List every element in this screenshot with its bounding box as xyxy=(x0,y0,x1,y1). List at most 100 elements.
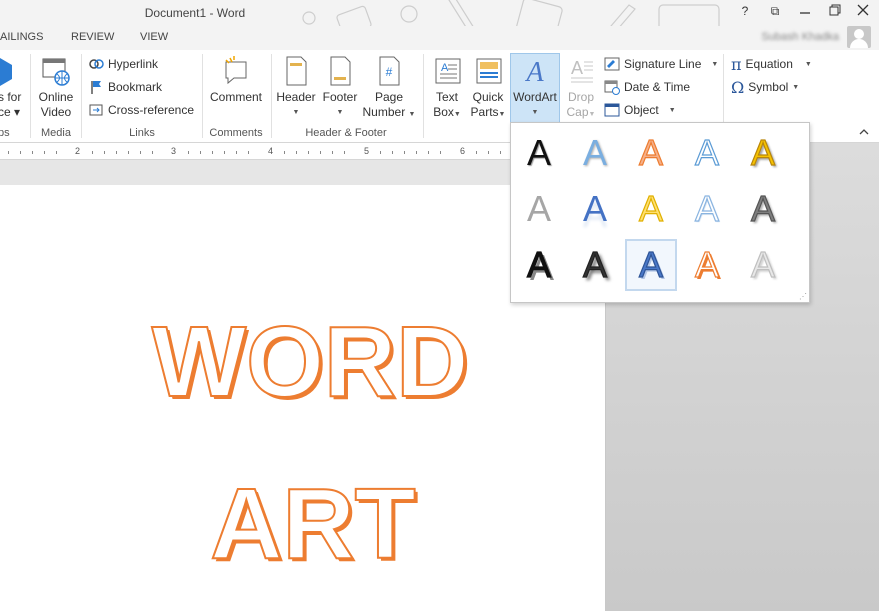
wordart-style-option[interactable]: A xyxy=(569,239,621,291)
wordart-style-option[interactable]: A xyxy=(569,183,621,235)
wordart-gallery: AAAAAAAAAAAAAAA ⋰ xyxy=(510,122,810,303)
tab-view[interactable]: VIEW xyxy=(140,31,168,43)
wordart-text-line-2[interactable]: ART xyxy=(0,467,626,582)
wordart-style-option[interactable]: A xyxy=(681,239,733,291)
signature-line-button[interactable]: Signature Line ▼ xyxy=(604,54,718,74)
cross-reference-button[interactable]: Cross-reference xyxy=(88,100,194,120)
online-video-label-1: Online xyxy=(38,90,74,104)
svg-text:#: # xyxy=(386,65,393,79)
page-number-label-2: Number xyxy=(362,105,406,119)
object-button[interactable]: Object ▼ xyxy=(604,100,676,120)
wordart-style-option[interactable]: A xyxy=(513,183,565,235)
store-icon xyxy=(0,58,12,86)
quick-parts-button[interactable]: Quick Parts▼ xyxy=(468,54,508,122)
date-time-button[interactable]: Date & Time xyxy=(604,77,690,97)
group-divider xyxy=(81,54,82,138)
window-title: Document1 - Word xyxy=(144,6,246,20)
wordart-dropdown-caret: ▼ xyxy=(531,109,539,116)
wordart-text-line-1[interactable]: WORD xyxy=(0,305,620,420)
group-divider xyxy=(202,54,203,138)
footer-icon xyxy=(330,56,351,86)
wordart-style-option[interactable]: A xyxy=(625,127,677,179)
chevron-up-icon xyxy=(859,129,869,135)
comment-button[interactable]: Comment xyxy=(206,54,266,105)
svg-text:A: A xyxy=(524,57,544,88)
close-button[interactable] xyxy=(851,4,875,19)
bookmark-button[interactable]: Bookmark xyxy=(88,77,162,97)
signature-line-icon xyxy=(604,57,620,71)
hyperlink-button[interactable]: Hyperlink xyxy=(88,54,158,74)
ruler-tick xyxy=(8,151,9,154)
ruler-tick xyxy=(32,151,33,154)
restore-button[interactable] xyxy=(823,4,847,19)
ruler-number: 4 xyxy=(268,146,274,156)
footer-dropdown-caret: ▼ xyxy=(336,109,344,116)
wordart-style-preview: A xyxy=(750,131,775,173)
wordart-style-option[interactable]: A xyxy=(737,183,789,235)
ruler-tick xyxy=(152,151,153,154)
footer-button[interactable]: Footer ▼ xyxy=(318,54,362,120)
wordart-style-option[interactable]: A xyxy=(737,127,789,179)
ruler-tick xyxy=(212,151,213,154)
wordart-button[interactable]: A WordArt ▼ xyxy=(510,53,560,125)
text-box-button[interactable]: A Text Box▼ xyxy=(427,54,467,122)
avatar[interactable] xyxy=(847,26,871,48)
header-button[interactable]: Header ▼ xyxy=(274,54,318,120)
equation-button[interactable]: π Equation ▼ xyxy=(731,54,812,74)
equation-label: Equation xyxy=(745,57,793,71)
text-box-label-2: Box xyxy=(433,105,454,119)
svg-text:A: A xyxy=(571,58,583,78)
resize-grip-icon[interactable]: ⋰ xyxy=(799,292,807,301)
wordart-style-option[interactable]: A xyxy=(513,239,565,291)
page-number-button[interactable]: # Page Number ▼ xyxy=(361,54,417,122)
hyperlink-label: Hyperlink xyxy=(108,57,159,71)
quick-parts-icon xyxy=(476,58,502,84)
tab-mailings[interactable]: AILINGS xyxy=(0,31,43,43)
help-button[interactable]: ? xyxy=(733,4,757,18)
ruler-tick xyxy=(92,151,93,154)
wordart-style-option[interactable]: A xyxy=(681,127,733,179)
symbol-button[interactable]: Ω Symbol ▼ xyxy=(731,77,799,97)
tab-review[interactable]: REVIEW xyxy=(71,31,114,43)
user-name[interactable]: Subash Khadka xyxy=(761,31,839,43)
collapse-ribbon-button[interactable] xyxy=(859,127,869,139)
ribbon-display-options-button[interactable]: ⧉ xyxy=(763,4,787,19)
ruler-tick xyxy=(188,151,189,154)
wordart-style-preview: A xyxy=(638,187,663,229)
wordart-style-option[interactable]: A xyxy=(569,127,621,179)
text-box-dropdown-caret: ▼ xyxy=(453,111,461,118)
equation-dropdown-caret: ▼ xyxy=(804,60,812,68)
text-box-icon: A xyxy=(435,58,461,84)
date-time-label: Date & Time xyxy=(624,80,691,94)
wordart-style-option[interactable]: A xyxy=(625,183,677,235)
wordart-style-preview: A xyxy=(694,243,719,285)
ruler-tick xyxy=(200,151,201,154)
ruler-tick xyxy=(332,151,333,154)
new-comment-icon xyxy=(225,56,247,85)
footer-label: Footer xyxy=(322,90,358,104)
signature-line-dropdown-caret: ▼ xyxy=(711,60,719,68)
drop-cap-button[interactable]: A Drop Cap▼ xyxy=(561,54,601,122)
minimize-button[interactable] xyxy=(793,4,817,19)
wordart-style-option[interactable]: A xyxy=(513,127,565,179)
office-addins-button[interactable]: s for ce ▾ xyxy=(0,54,28,120)
drop-cap-dropdown-caret: ▼ xyxy=(588,111,596,118)
bookmark-label: Bookmark xyxy=(108,80,163,94)
wordart-style-preview: A xyxy=(526,188,551,229)
object-label: Object xyxy=(624,103,659,117)
ruler-tick xyxy=(392,151,393,154)
wordart-style-preview: A xyxy=(750,243,775,285)
wordart-style-option[interactable]: A xyxy=(625,239,677,291)
omega-icon: Ω xyxy=(731,77,745,97)
wordart-style-preview: A xyxy=(694,131,719,173)
close-icon xyxy=(857,4,869,16)
wordart-style-option[interactable]: A xyxy=(681,183,733,235)
ruler-tick xyxy=(428,151,429,154)
ruler-tick xyxy=(236,151,237,154)
quick-parts-label-2: Parts xyxy=(470,105,499,119)
online-video-button[interactable]: Online Video xyxy=(34,54,78,120)
object-dropdown-caret: ▼ xyxy=(668,106,676,114)
ruler-tick xyxy=(440,151,441,154)
calendar-clock-icon xyxy=(604,80,620,95)
wordart-style-option[interactable]: A xyxy=(737,239,789,291)
